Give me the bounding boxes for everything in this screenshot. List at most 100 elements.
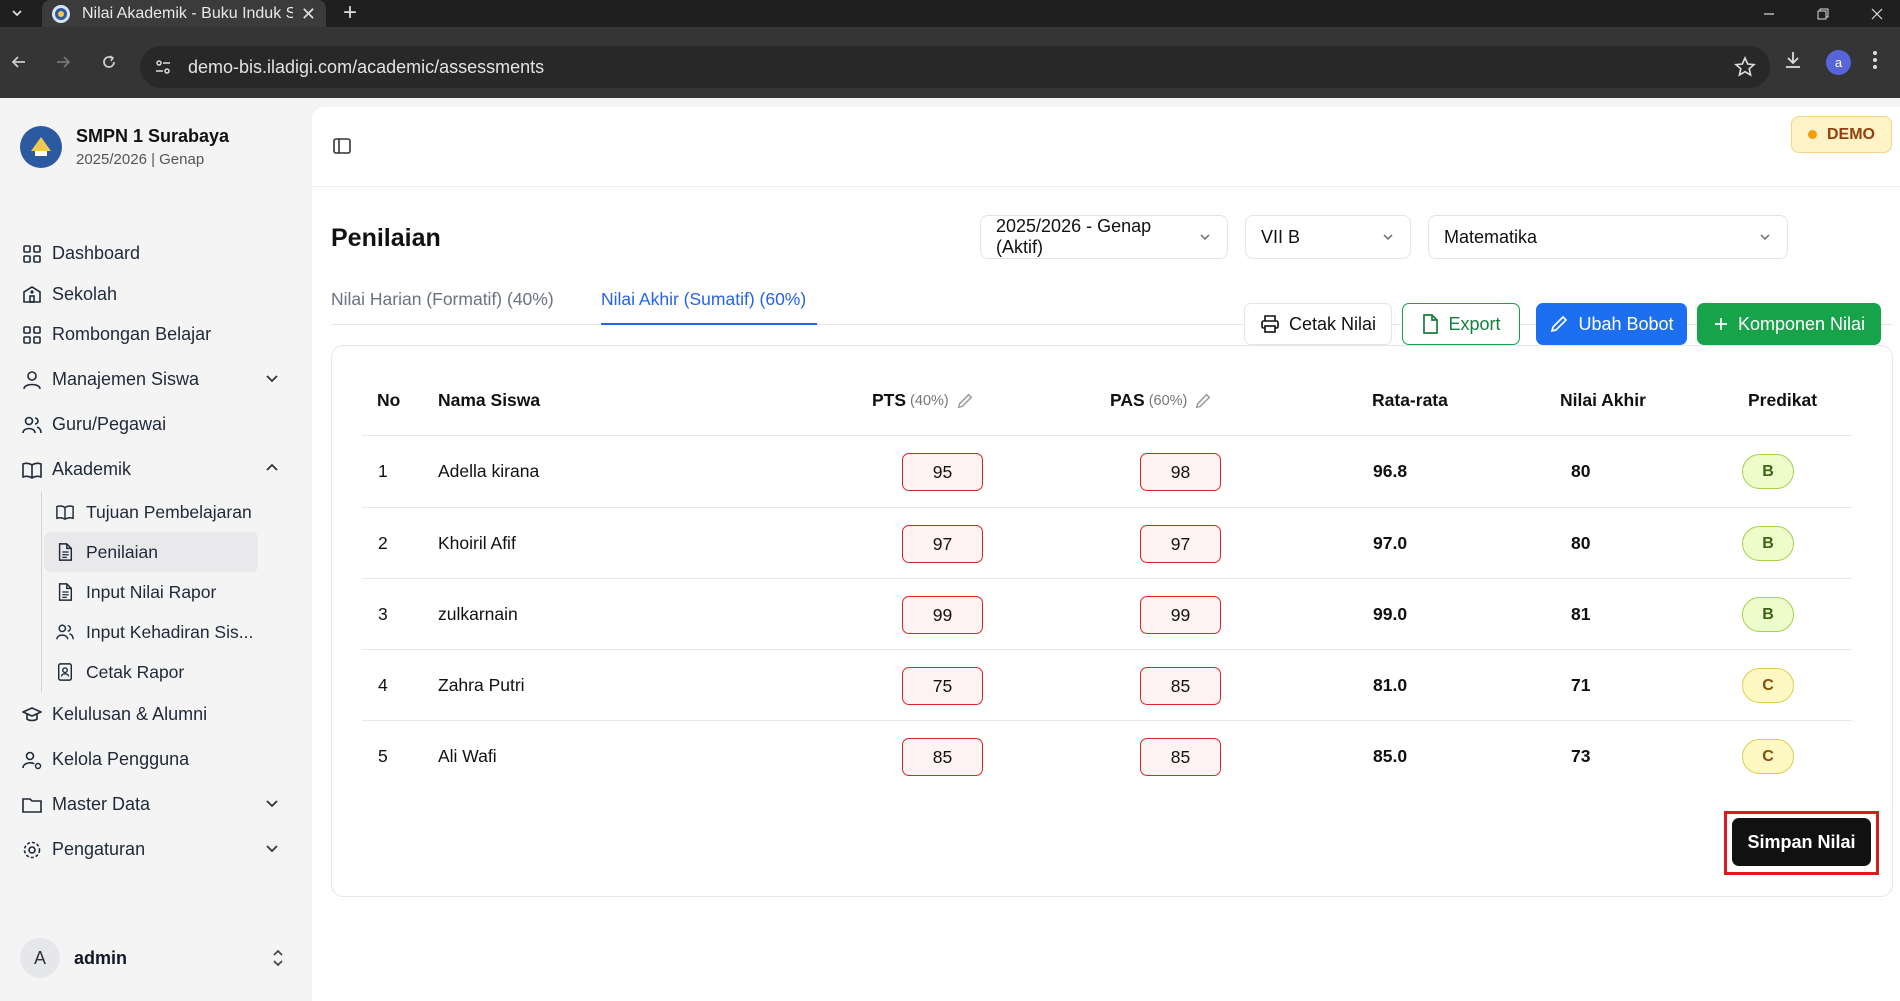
top-bar: DEMO bbox=[312, 107, 1900, 187]
site-settings-icon[interactable] bbox=[154, 58, 172, 76]
printer-icon bbox=[1260, 314, 1280, 334]
bookmark-star-icon[interactable] bbox=[1734, 56, 1756, 78]
school-name: SMPN 1 Surabaya bbox=[76, 126, 230, 146]
pas-score-input[interactable]: 85 bbox=[1140, 738, 1221, 776]
sidebar-item-label: Input Kehadiran Sis... bbox=[86, 621, 254, 642]
sidebar-item-label: Sekolah bbox=[52, 283, 118, 304]
users-icon bbox=[22, 415, 42, 435]
table-row: 4 Zahra Putri 75 85 81.0 71 C bbox=[332, 650, 1892, 721]
sidebar-item-input-kehadiran-siswa[interactable]: Input Kehadiran Sis... bbox=[44, 612, 258, 652]
pts-score-input[interactable]: 75 bbox=[902, 667, 983, 705]
pas-score-input[interactable]: 85 bbox=[1140, 667, 1221, 705]
back-arrow-icon[interactable] bbox=[4, 47, 34, 77]
minimize-window-icon[interactable] bbox=[1762, 0, 1776, 27]
sidebar-item-label: Master Data bbox=[52, 794, 151, 814]
header-no: No bbox=[377, 390, 401, 410]
grade-badge: B bbox=[1742, 597, 1794, 632]
user-menu[interactable]: A admin bbox=[20, 938, 286, 978]
sidebar-menu: Dashboard Sekolah Rombongan Belajar Mana… bbox=[0, 231, 310, 872]
tab-sumatif[interactable]: Nilai Akhir (Sumatif) (60%) bbox=[601, 277, 817, 325]
tab-search-chevron-icon[interactable] bbox=[6, 3, 28, 23]
class-select[interactable]: VII B bbox=[1245, 215, 1411, 259]
edit-pas-weight-icon[interactable] bbox=[1194, 392, 1212, 410]
sidebar-item-kelulusan-alumni[interactable]: Kelulusan & Alumni bbox=[0, 692, 310, 737]
pts-score-input[interactable]: 99 bbox=[902, 596, 983, 634]
sidebar-item-label: Penilaian bbox=[86, 541, 158, 562]
sidebar-item-manajemen-siswa[interactable]: Manajemen Siswa bbox=[0, 357, 310, 402]
period-select[interactable]: 2025/2026 - Genap (Aktif) bbox=[980, 215, 1228, 259]
new-tab-icon[interactable]: + bbox=[343, 1, 357, 25]
header-rata-rata: Rata-rata bbox=[1372, 390, 1448, 410]
pts-score-input[interactable]: 85 bbox=[902, 738, 983, 776]
sidebar-item-label: Akademik bbox=[52, 459, 132, 479]
sidebar-item-guru-pegawai[interactable]: Guru/Pegawai bbox=[0, 402, 310, 447]
pts-weight: (40%) bbox=[910, 392, 949, 409]
subject-select[interactable]: Matematika bbox=[1428, 215, 1788, 259]
final-score: 80 bbox=[1571, 533, 1591, 553]
edit-pts-weight-icon[interactable] bbox=[956, 392, 974, 410]
book-open-icon bbox=[56, 503, 74, 521]
pas-score-input[interactable]: 97 bbox=[1140, 525, 1221, 563]
school-brand[interactable]: SMPN 1 Surabaya 2025/2026 | Genap bbox=[20, 126, 229, 168]
pas-score-input[interactable]: 99 bbox=[1140, 596, 1221, 634]
close-tab-icon[interactable]: ✕ bbox=[301, 5, 316, 23]
akademik-submenu: Tujuan Pembelajaran Penilaian Input Nila… bbox=[41, 492, 310, 692]
header-pas: PAS (60%) bbox=[1110, 390, 1212, 411]
address-bar[interactable]: demo-bis.iladigi.com/academic/assessment… bbox=[140, 46, 1770, 88]
ubah-bobot-button[interactable]: Ubah Bobot bbox=[1536, 303, 1687, 345]
browser-tab-title: Nilai Akademik - Buku Induk Si bbox=[82, 4, 293, 22]
student-name: Khoiril Afif bbox=[438, 533, 516, 553]
sidebar-item-penilaian[interactable]: Penilaian bbox=[44, 532, 258, 572]
browser-tab[interactable]: Nilai Akademik - Buku Induk Si ✕ bbox=[42, 0, 326, 27]
forward-arrow-icon[interactable] bbox=[48, 47, 78, 77]
sidebar-item-pengaturan[interactable]: Pengaturan bbox=[0, 827, 310, 872]
sidebar-item-tujuan-pembelajaran[interactable]: Tujuan Pembelajaran bbox=[44, 492, 258, 532]
user-name: admin bbox=[74, 947, 128, 968]
sidebar-item-label: Dashboard bbox=[52, 243, 141, 263]
sidebar-item-akademik[interactable]: Akademik bbox=[0, 447, 310, 492]
more-vertical-icon[interactable] bbox=[1872, 49, 1878, 71]
sidebar-item-label: Manajemen Siswa bbox=[52, 369, 200, 389]
student-name: zulkarnain bbox=[438, 604, 518, 624]
tab-formatif[interactable]: Nilai Harian (Formatif) (40%) bbox=[331, 277, 561, 325]
pts-score-input[interactable]: 95 bbox=[902, 453, 983, 491]
sidebar-item-label: Rombongan Belajar bbox=[52, 324, 212, 344]
chevron-down-icon[interactable] bbox=[264, 795, 280, 811]
file-user-icon bbox=[56, 663, 74, 681]
final-score: 81 bbox=[1571, 604, 1591, 624]
student-name: Zahra Putri bbox=[438, 675, 525, 695]
sidebar-item-rombongan-belajar[interactable]: Rombongan Belajar bbox=[0, 312, 310, 357]
sidebar-item-cetak-rapor[interactable]: Cetak Rapor bbox=[44, 652, 258, 692]
pas-score-input[interactable]: 98 bbox=[1140, 453, 1221, 491]
sidebar-item-dashboard[interactable]: Dashboard bbox=[0, 231, 310, 276]
close-window-icon[interactable] bbox=[1870, 0, 1884, 27]
page-title: Penilaian bbox=[331, 224, 441, 252]
sidebar-toggle-icon[interactable] bbox=[332, 136, 352, 156]
pts-score-input[interactable]: 97 bbox=[902, 525, 983, 563]
chevron-up-icon[interactable] bbox=[264, 460, 280, 476]
sidebar-item-sekolah[interactable]: Sekolah bbox=[0, 276, 310, 312]
sidebar-item-master-data[interactable]: Master Data bbox=[0, 782, 310, 827]
download-icon[interactable] bbox=[1782, 49, 1804, 71]
profile-avatar[interactable]: a bbox=[1826, 50, 1851, 75]
tambah-komponen-nilai-button[interactable]: Komponen Nilai bbox=[1697, 303, 1881, 345]
final-score: 80 bbox=[1571, 461, 1591, 481]
sidebar-item-label: Kelulusan & Alumni bbox=[52, 704, 208, 724]
sidebar-item-label: Guru/Pegawai bbox=[52, 414, 167, 434]
cetak-nilai-button[interactable]: Cetak Nilai bbox=[1244, 303, 1392, 345]
simpan-nilai-button[interactable]: Simpan Nilai bbox=[1732, 818, 1871, 866]
row-number: 4 bbox=[378, 675, 388, 695]
restore-window-icon[interactable] bbox=[1816, 0, 1830, 27]
sidebar-item-kelola-pengguna[interactable]: Kelola Pengguna bbox=[0, 737, 310, 782]
final-score: 73 bbox=[1571, 746, 1591, 766]
student-name: Adella kirana bbox=[438, 461, 540, 481]
chevron-down-icon[interactable] bbox=[264, 370, 280, 386]
grade-badge: C bbox=[1742, 668, 1794, 703]
reload-icon[interactable] bbox=[94, 47, 124, 77]
export-button[interactable]: Export bbox=[1402, 303, 1520, 345]
average-score: 96.8 bbox=[1373, 461, 1408, 481]
table-row: 3 zulkarnain 99 99 99.0 81 B bbox=[332, 579, 1892, 650]
sidebar-item-input-nilai-rapor[interactable]: Input Nilai Rapor bbox=[44, 572, 258, 612]
url-text[interactable]: demo-bis.iladigi.com/academic/assessment… bbox=[188, 57, 544, 78]
chevron-down-icon[interactable] bbox=[264, 840, 280, 856]
